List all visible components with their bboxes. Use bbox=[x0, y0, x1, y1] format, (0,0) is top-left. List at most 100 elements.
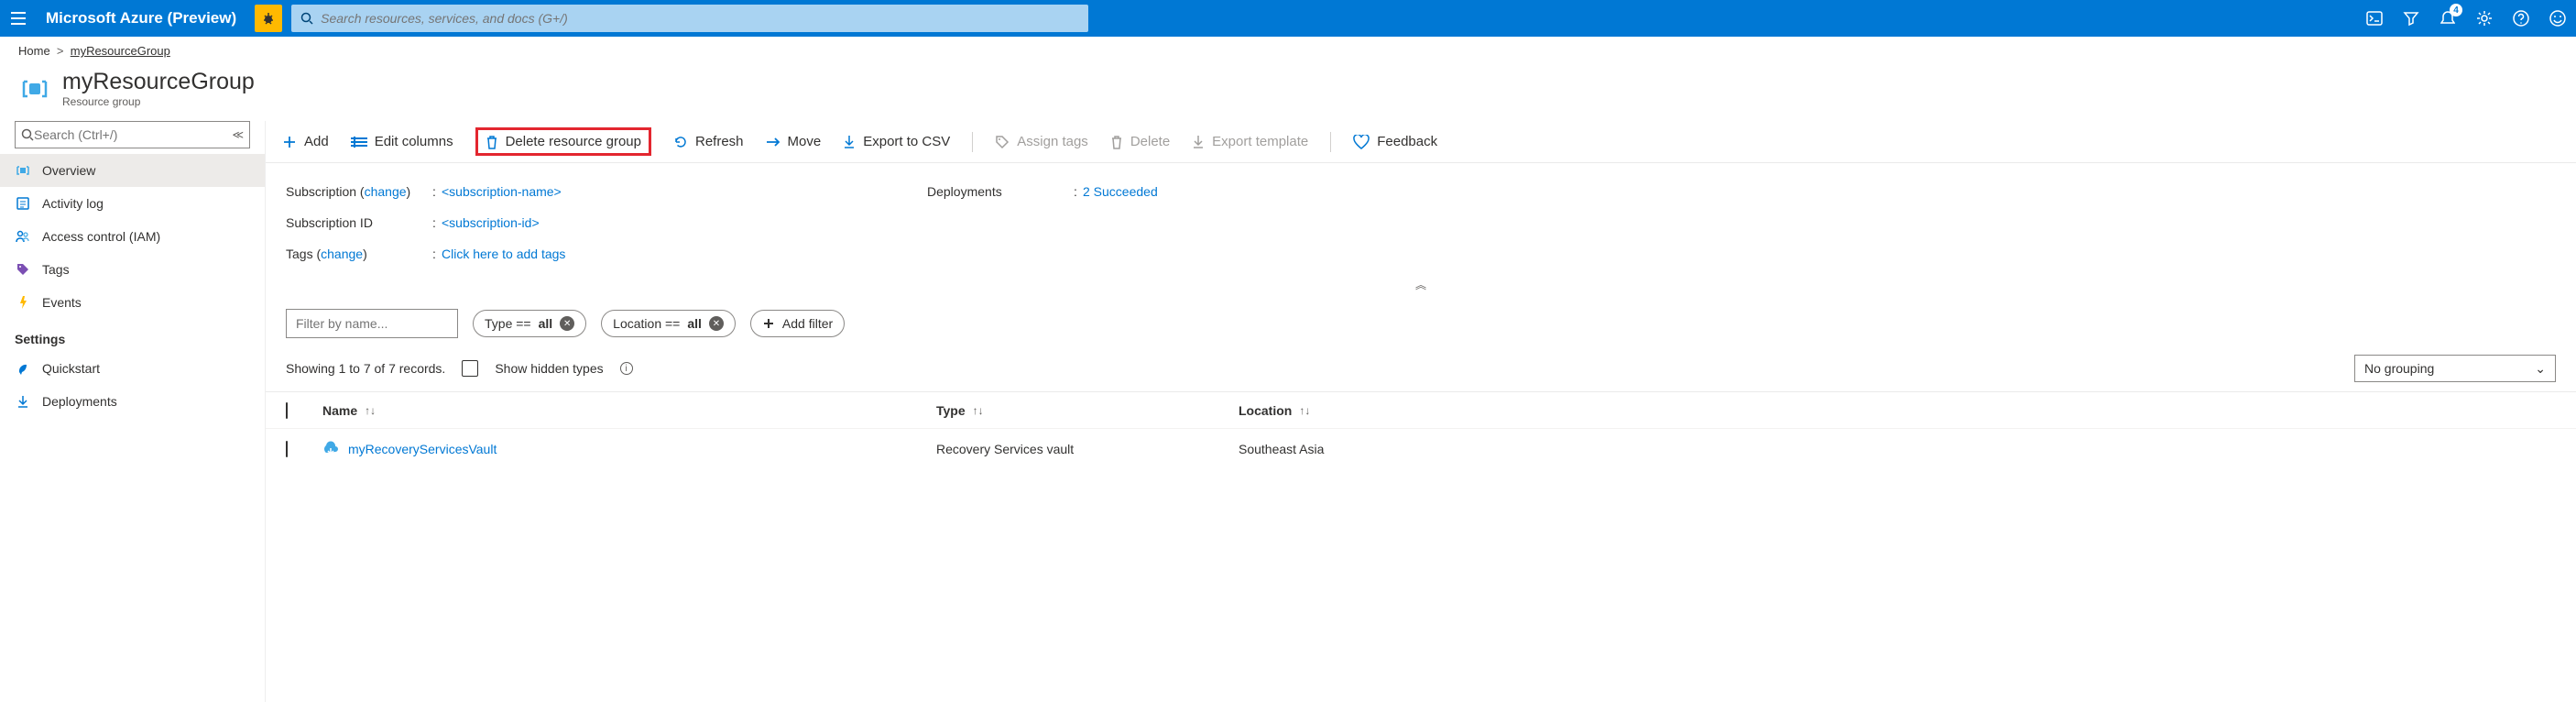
sort-icon: ↑↓ bbox=[973, 404, 984, 417]
sidebar-item-overview[interactable]: Overview bbox=[0, 154, 265, 187]
filter-by-name-input[interactable] bbox=[286, 309, 458, 338]
resource-group-icon bbox=[18, 72, 51, 105]
prop-subscription-label: Subscription bbox=[286, 184, 356, 199]
column-header-name[interactable]: Name ↑↓ bbox=[322, 403, 936, 418]
preview-bug-icon[interactable] bbox=[255, 5, 282, 32]
access-control-icon bbox=[15, 228, 31, 245]
sidebar-search[interactable]: ≪ bbox=[15, 121, 250, 148]
prop-subscription-value[interactable]: <subscription-name> bbox=[442, 184, 562, 199]
breadcrumb: Home > myResourceGroup bbox=[0, 37, 2576, 65]
info-icon[interactable]: i bbox=[620, 362, 633, 375]
feedback-button[interactable]: Feedback bbox=[1353, 134, 1437, 149]
sidebar-item-label: Overview bbox=[42, 163, 95, 178]
heart-icon bbox=[1353, 135, 1370, 149]
global-search[interactable] bbox=[291, 5, 1088, 32]
clear-type-filter-icon[interactable]: ✕ bbox=[560, 316, 574, 331]
show-hidden-label: Show hidden types bbox=[495, 361, 603, 376]
recovery-vault-icon bbox=[322, 441, 339, 457]
show-hidden-checkbox[interactable] bbox=[462, 360, 478, 377]
sidebar-search-input[interactable] bbox=[34, 127, 226, 142]
feedback-smile-icon[interactable] bbox=[2539, 0, 2576, 37]
clear-location-filter-icon[interactable]: ✕ bbox=[709, 316, 724, 331]
quickstart-icon bbox=[15, 360, 31, 377]
sidebar-item-activity-log[interactable]: Activity log bbox=[0, 187, 265, 220]
hamburger-menu-icon[interactable] bbox=[0, 0, 37, 37]
move-button[interactable]: Move bbox=[766, 134, 822, 149]
global-search-input[interactable] bbox=[321, 11, 1079, 26]
sidebar-item-deployments[interactable]: Deployments bbox=[0, 385, 265, 418]
sort-icon: ↑↓ bbox=[1299, 404, 1310, 417]
column-header-location[interactable]: Location ↑↓ bbox=[1239, 403, 2556, 418]
settings-icon[interactable] bbox=[2466, 0, 2503, 37]
sidebar-item-quickstart[interactable]: Quickstart bbox=[0, 352, 265, 385]
page-title: myResourceGroup bbox=[62, 69, 255, 95]
top-icon-bar: 4 bbox=[2356, 0, 2576, 37]
prop-tags-label: Tags bbox=[286, 247, 313, 261]
columns-icon bbox=[351, 136, 367, 148]
main-panel: Add Edit columns Delete resource group R… bbox=[266, 121, 2576, 702]
collapse-properties-icon[interactable]: ︽ bbox=[266, 275, 2576, 302]
sort-icon: ↑↓ bbox=[365, 404, 376, 417]
grouping-select[interactable]: No grouping ⌄ bbox=[2354, 355, 2556, 382]
row-checkbox[interactable] bbox=[286, 441, 288, 457]
chevron-down-icon: ⌄ bbox=[2535, 361, 2546, 377]
tag-icon bbox=[995, 135, 1010, 149]
assign-tags-button[interactable]: Assign tags bbox=[995, 134, 1088, 149]
toolbar-divider bbox=[972, 132, 973, 152]
sidebar-item-access-control[interactable]: Access control (IAM) bbox=[0, 220, 265, 253]
add-filter-button[interactable]: Add filter bbox=[750, 310, 845, 337]
brand-title[interactable]: Microsoft Azure (Preview) bbox=[37, 9, 255, 27]
prop-subscription-id-label: Subscription ID bbox=[286, 215, 432, 230]
sidebar-item-tags[interactable]: Tags bbox=[0, 253, 265, 286]
change-tags-link[interactable]: change bbox=[321, 247, 363, 261]
location-filter-pill[interactable]: Location == all ✕ bbox=[601, 310, 736, 337]
breadcrumb-home[interactable]: Home bbox=[18, 44, 50, 58]
properties-panel: Subscription (change) : <subscription-na… bbox=[266, 163, 2576, 275]
sidebar-item-label: Access control (IAM) bbox=[42, 229, 160, 244]
overview-icon bbox=[15, 162, 31, 179]
search-icon bbox=[21, 128, 34, 141]
select-all-checkbox[interactable] bbox=[286, 402, 288, 419]
activity-log-icon bbox=[15, 195, 31, 212]
resource-type: Recovery Services vault bbox=[936, 442, 1074, 456]
trash-icon bbox=[1110, 135, 1123, 149]
resource-location: Southeast Asia bbox=[1239, 442, 1324, 456]
sidebar-item-label: Tags bbox=[42, 262, 70, 277]
sidebar-item-label: Events bbox=[42, 295, 82, 310]
tags-icon bbox=[15, 261, 31, 278]
export-template-button[interactable]: Export template bbox=[1192, 134, 1308, 149]
page-header: myResourceGroup Resource group bbox=[0, 65, 2576, 121]
search-icon bbox=[300, 12, 313, 25]
export-csv-button[interactable]: Export to CSV bbox=[843, 134, 950, 149]
table-row[interactable]: myRecoveryServicesVault Recovery Service… bbox=[266, 428, 2576, 468]
table-header: Name ↑↓ Type ↑↓ Location ↑↓ bbox=[266, 391, 2576, 428]
prop-subscription-id-value[interactable]: <subscription-id> bbox=[442, 215, 540, 230]
breadcrumb-current[interactable]: myResourceGroup bbox=[71, 44, 170, 58]
refresh-button[interactable]: Refresh bbox=[673, 134, 744, 149]
collapse-sidebar-icon[interactable]: ≪ bbox=[232, 128, 244, 141]
column-header-type[interactable]: Type ↑↓ bbox=[936, 403, 1239, 418]
delete-button[interactable]: Delete bbox=[1110, 134, 1170, 149]
sidebar-item-events[interactable]: Events bbox=[0, 286, 265, 319]
cloud-shell-icon[interactable] bbox=[2356, 0, 2393, 37]
arrow-right-icon bbox=[766, 136, 780, 148]
notifications-icon[interactable]: 4 bbox=[2429, 0, 2466, 37]
edit-columns-button[interactable]: Edit columns bbox=[351, 134, 453, 149]
prop-deployments-value[interactable]: 2 Succeeded bbox=[1083, 184, 1158, 199]
plus-icon bbox=[282, 135, 297, 149]
sidebar-section-settings: Settings bbox=[0, 319, 265, 352]
notification-count-badge: 4 bbox=[2450, 4, 2462, 16]
directory-filter-icon[interactable] bbox=[2393, 0, 2429, 37]
change-subscription-link[interactable]: change bbox=[365, 184, 407, 199]
prop-tags-value[interactable]: Click here to add tags bbox=[442, 247, 565, 261]
delete-resource-group-button[interactable]: Delete resource group bbox=[475, 127, 651, 156]
type-filter-pill[interactable]: Type == all ✕ bbox=[473, 310, 586, 337]
deployments-icon bbox=[15, 393, 31, 410]
refresh-icon bbox=[673, 135, 688, 149]
filter-bar: Type == all ✕ Location == all ✕ Add filt… bbox=[266, 302, 2576, 346]
sidebar: ≪ Overview Activity log Access control (… bbox=[0, 121, 266, 702]
resource-name-link[interactable]: myRecoveryServicesVault bbox=[348, 442, 497, 456]
download-icon bbox=[1192, 135, 1205, 149]
help-icon[interactable] bbox=[2503, 0, 2539, 37]
add-button[interactable]: Add bbox=[282, 134, 329, 149]
